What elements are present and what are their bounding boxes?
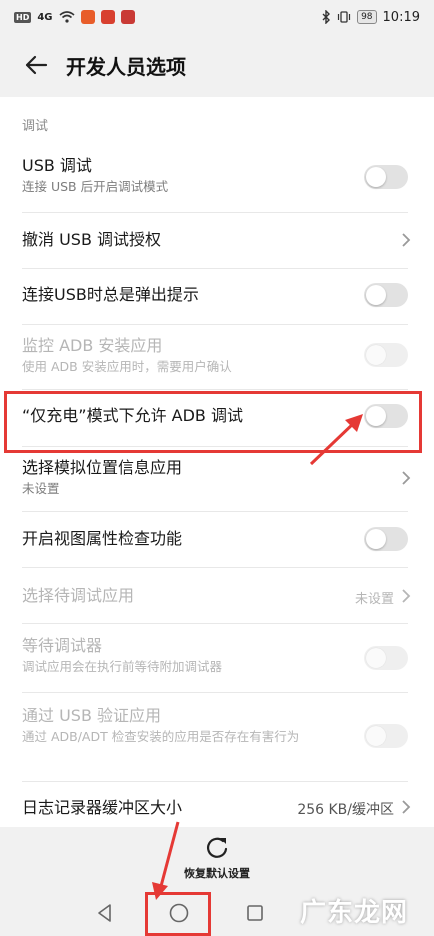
setting-subtitle: 使用 ADB 安装应用时，需要用户确认 (22, 359, 232, 374)
signal-icon: 4G (37, 11, 53, 23)
verify-usb-toggle[interactable] (364, 724, 408, 748)
restore-defaults-button[interactable]: 恢复默认设置 (0, 835, 434, 881)
nav-back-icon[interactable] (94, 902, 116, 924)
restore-icon (207, 837, 228, 858)
setting-title: 通过 USB 验证应用 (22, 706, 162, 725)
setting-revoke-usb[interactable]: 撤消 USB 调试授权 (0, 229, 434, 251)
usb-prompt-toggle[interactable] (364, 283, 408, 307)
setting-subtitle: 未设置 (22, 481, 60, 496)
setting-title: 等待调试器 (22, 636, 103, 655)
setting-subtitle: 调试应用会在执行前等待附加调试器 (22, 659, 223, 674)
divider (22, 389, 408, 390)
setting-title: 连接USB时总是弹出提示 (22, 285, 199, 304)
setting-mock-location[interactable]: 选择模拟位置信息应用 未设置 (0, 457, 434, 498)
chevron-right-icon (402, 589, 411, 603)
setting-value: 未设置 (354, 592, 394, 607)
chevron-right-icon (402, 233, 411, 247)
setting-title: 选择待调试应用 (22, 586, 135, 605)
vibrate-icon (337, 11, 351, 23)
divider (22, 692, 408, 693)
divider (22, 268, 408, 269)
hd-icon: HD (14, 11, 32, 23)
view-attr-toggle[interactable] (364, 527, 408, 551)
setting-subtitle: 通过 ADB/ADT 检查安装的应用是否存在有害行为 (22, 729, 300, 744)
monitor-adb-toggle[interactable] (364, 343, 408, 367)
back-arrow-icon (25, 55, 48, 75)
setting-title: 撤消 USB 调试授权 (22, 230, 162, 249)
watermark: 广东龙网 (300, 898, 409, 928)
divider (22, 567, 408, 568)
chevron-right-icon (402, 471, 411, 485)
divider (22, 623, 408, 624)
restore-label: 恢复默认设置 (184, 867, 250, 880)
usb-debug-toggle[interactable] (364, 165, 408, 189)
divider (22, 781, 408, 782)
app-notification-icon (100, 10, 115, 24)
bluetooth-icon (322, 10, 331, 24)
divider (22, 511, 408, 512)
setting-title: USB 调试 (22, 156, 92, 175)
wifi-icon (58, 11, 75, 23)
annotation-highlight-box (145, 892, 211, 936)
section-label: 调试 (22, 119, 49, 134)
chevron-right-icon (402, 800, 411, 814)
page-title: 开发人员选项 (66, 54, 186, 79)
app-notification-icon (80, 10, 95, 24)
status-bar: HD 4G 98 10:19 (0, 0, 434, 34)
nav-recents-icon[interactable] (244, 902, 266, 924)
divider (22, 324, 408, 325)
settings-list: 调试 USB 调试 连接 USB 后开启调试模式 撤消 USB 调试授权 连接U… (0, 97, 434, 827)
app-header: 开发人员选项 (0, 34, 434, 96)
setting-title: 开启视图属性检查功能 (22, 529, 183, 548)
wait-debugger-toggle[interactable] (364, 646, 408, 670)
setting-subtitle: 连接 USB 后开启调试模式 (22, 179, 169, 194)
setting-title: 监控 ADB 安装应用 (22, 336, 163, 355)
status-time: 10:19 (382, 9, 420, 25)
divider (22, 212, 408, 213)
app-notification-icon (120, 10, 135, 24)
battery-indicator: 98 (357, 10, 377, 24)
back-button[interactable] (16, 45, 56, 85)
annotation-arrow-icon (309, 414, 363, 466)
setting-value: 256 KB/缓冲区 (297, 802, 394, 818)
